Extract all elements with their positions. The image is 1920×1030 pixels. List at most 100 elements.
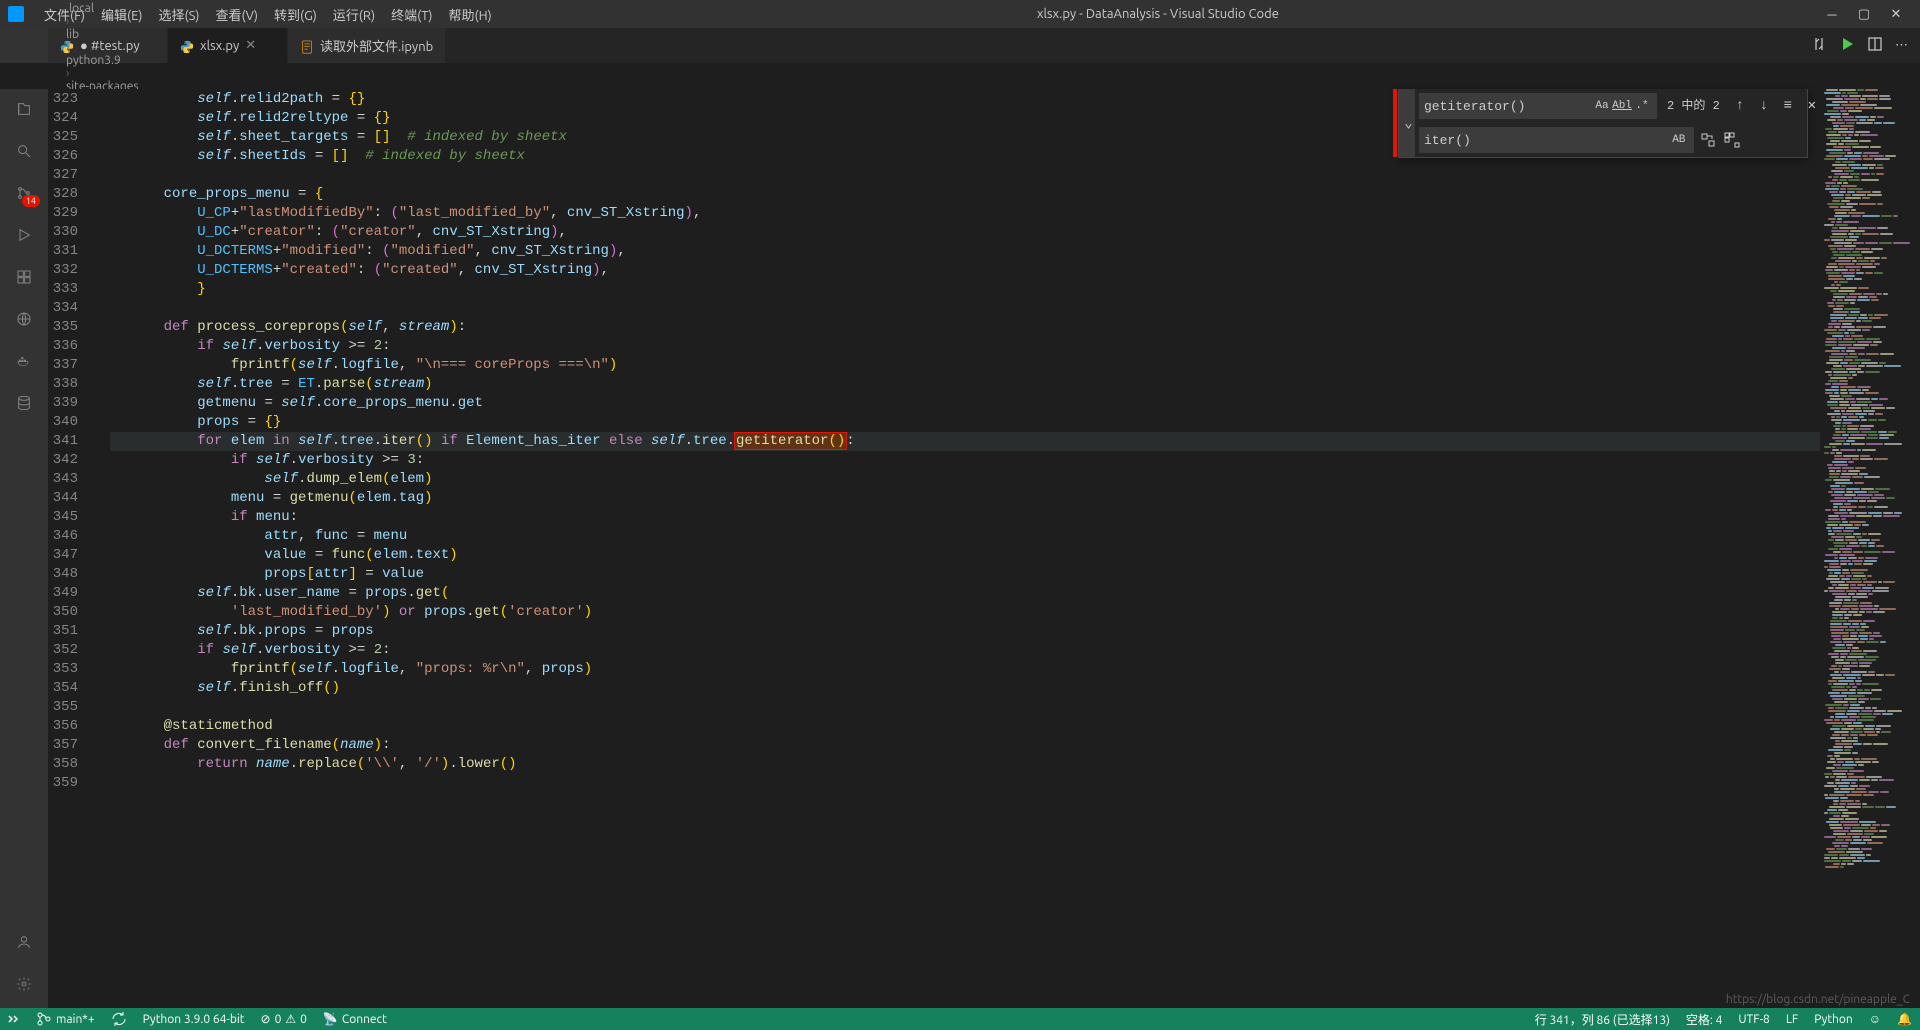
match-whole-word-icon[interactable]: Abl — [1612, 96, 1632, 116]
code-line[interactable]: attr, func = menu — [110, 527, 1820, 546]
folding-strip[interactable] — [92, 89, 110, 1008]
code-line[interactable]: def convert_filename(name): — [110, 736, 1820, 755]
breadcrumb-bar: home › pineapple › .local › lib › python… — [0, 63, 1920, 89]
menu-item[interactable]: 转到(G) — [266, 1, 325, 28]
watermark-text: https://blog.csdn.net/pineapple_C — [1726, 993, 1910, 1006]
remote-indicator[interactable] — [0, 1008, 28, 1030]
code-line[interactable]: self.dump_elem(elem) — [110, 470, 1820, 489]
code-line[interactable]: self.bk.props = props — [110, 622, 1820, 641]
minimap[interactable] — [1820, 89, 1920, 1008]
explorer-icon[interactable] — [12, 97, 36, 121]
menu-item[interactable]: 终端(T) — [383, 1, 440, 28]
code-line[interactable]: if self.verbosity >= 3: — [110, 451, 1820, 470]
find-in-selection-icon[interactable]: ≡ — [1778, 97, 1798, 116]
breadcrumb-item[interactable]: .local — [66, 2, 184, 15]
breadcrumb-item[interactable]: lib — [66, 28, 184, 41]
indentation-status[interactable]: 空格: 4 — [1678, 1011, 1730, 1028]
code-line[interactable]: return name.replace('\\', '/').lower() — [110, 755, 1820, 774]
replace-all-icon[interactable] — [1722, 132, 1742, 148]
code-line[interactable]: fprintf(self.logfile, "\n=== coreProps =… — [110, 356, 1820, 375]
code-line[interactable]: U_DC+"creator": ("creator", cnv_ST_Xstri… — [110, 223, 1820, 242]
notifications-icon[interactable]: 🔔 — [1889, 1011, 1920, 1028]
maximize-button[interactable]: ▢ — [1856, 6, 1872, 22]
find-input[interactable] — [1424, 99, 1592, 114]
next-match-icon[interactable]: ↓ — [1754, 97, 1774, 116]
cursor-position-status[interactable]: 行 341，列 86 (已选择13) — [1527, 1011, 1678, 1028]
problems-status[interactable]: ⊘ 0 ⚠ 0 — [253, 1012, 315, 1026]
search-panel-icon[interactable] — [12, 139, 36, 163]
code-line[interactable]: props = {} — [110, 413, 1820, 432]
code-line[interactable]: self.tree = ET.parse(stream) — [110, 375, 1820, 394]
line-number-gutter: 3233243253263273283293303313323333343353… — [48, 89, 92, 1008]
breadcrumb-item[interactable]: python3.9 — [66, 54, 184, 67]
previous-match-icon[interactable]: ↑ — [1730, 97, 1750, 116]
code-line[interactable]: for elem in self.tree.iter() if Element_… — [110, 432, 1820, 451]
toggle-replace-icon[interactable]: ⌄ — [1399, 89, 1415, 157]
eol-status[interactable]: LF — [1778, 1011, 1806, 1028]
close-tab-icon[interactable]: ✕ — [245, 38, 259, 53]
code-line[interactable]: self.finish_off() — [110, 679, 1820, 698]
find-replace-widget: ⌄ Aa Abl .* 2 中的 2 ↑ ↓ ≡ ✕ — [1398, 89, 1808, 158]
menu-item[interactable]: 帮助(H) — [441, 1, 500, 28]
feedback-icon[interactable]: ☺ — [1861, 1011, 1889, 1028]
replace-input[interactable] — [1424, 133, 1669, 148]
close-find-icon[interactable]: ✕ — [1802, 97, 1822, 116]
code-line[interactable] — [110, 299, 1820, 318]
code-line[interactable]: if self.verbosity >= 2: — [110, 337, 1820, 356]
code-line[interactable]: 'last_modified_by') or props.get('creato… — [110, 603, 1820, 622]
compare-changes-icon[interactable] — [1811, 36, 1827, 55]
code-line[interactable]: props[attr] = value — [110, 565, 1820, 584]
language-mode-status[interactable]: Python — [1806, 1011, 1861, 1028]
run-file-icon[interactable] — [1839, 36, 1855, 55]
use-regex-icon[interactable]: .* — [1632, 96, 1652, 116]
accounts-icon[interactable] — [12, 930, 36, 954]
code-line[interactable]: } — [110, 280, 1820, 299]
tab-label: xlsx.py — [200, 39, 239, 53]
sync-status[interactable] — [103, 1011, 135, 1027]
settings-gear-icon[interactable] — [12, 972, 36, 996]
split-editor-icon[interactable] — [1867, 36, 1883, 55]
code-line[interactable]: if menu: — [110, 508, 1820, 527]
code-line[interactable]: getmenu = self.core_props_menu.get — [110, 394, 1820, 413]
python-interpreter-status[interactable]: Python 3.9.0 64-bit — [135, 1013, 253, 1026]
menu-item[interactable]: 运行(R) — [325, 1, 383, 28]
code-line[interactable]: def process_coreprops(self, stream): — [110, 318, 1820, 337]
code-line[interactable]: fprintf(self.logfile, "props: %r\n", pro… — [110, 660, 1820, 679]
line-number: 345 — [48, 508, 92, 527]
docker-icon[interactable] — [12, 349, 36, 373]
code-line[interactable]: U_CP+"lastModifiedBy": ("last_modified_b… — [110, 204, 1820, 223]
preserve-case-icon[interactable]: AB — [1669, 130, 1689, 150]
replace-one-icon[interactable] — [1698, 132, 1718, 148]
source-control-icon[interactable]: 14 — [12, 181, 36, 205]
code-line[interactable]: U_DCTERMS+"created": ("created", cnv_ST_… — [110, 261, 1820, 280]
code-line[interactable]: menu = getmenu(elem.tag) — [110, 489, 1820, 508]
code-line[interactable] — [110, 166, 1820, 185]
editor-tab[interactable]: 读取外部文件.ipynb — [288, 28, 446, 63]
find-match-count: 2 中的 2 — [1661, 97, 1726, 116]
database-icon[interactable] — [12, 391, 36, 415]
extensions-icon[interactable] — [12, 265, 36, 289]
code-line[interactable]: self.bk.user_name = props.get( — [110, 584, 1820, 603]
editor-tab[interactable]: xlsx.py ✕ — [168, 28, 288, 63]
code-content[interactable]: self.relid2path = {} self.relid2reltype … — [110, 89, 1820, 1008]
liveshare-status[interactable]: 📡 Connect — [315, 1012, 395, 1026]
encoding-status[interactable]: UTF-8 — [1730, 1011, 1777, 1028]
more-actions-icon[interactable]: ⋯ — [1895, 38, 1908, 53]
line-number: 335 — [48, 318, 92, 337]
code-line[interactable] — [110, 698, 1820, 717]
close-window-button[interactable]: ✕ — [1888, 6, 1904, 22]
code-line[interactable]: @staticmethod — [110, 717, 1820, 736]
code-line[interactable]: value = func(elem.text) — [110, 546, 1820, 565]
remote-explorer-icon[interactable] — [12, 307, 36, 331]
code-editor[interactable]: 3233243253263273283293303313323333343353… — [48, 89, 1920, 1008]
code-line[interactable] — [110, 774, 1820, 793]
line-number: 323 — [48, 90, 92, 109]
menu-item[interactable]: 查看(V) — [208, 1, 266, 28]
minimize-button[interactable]: ─ — [1824, 6, 1840, 22]
match-case-icon[interactable]: Aa — [1592, 96, 1612, 116]
code-line[interactable]: core_props_menu = { — [110, 185, 1820, 204]
run-debug-icon[interactable] — [12, 223, 36, 247]
code-line[interactable]: if self.verbosity >= 2: — [110, 641, 1820, 660]
git-branch-status[interactable]: main*+ — [28, 1011, 103, 1027]
code-line[interactable]: U_DCTERMS+"modified": ("modified", cnv_S… — [110, 242, 1820, 261]
